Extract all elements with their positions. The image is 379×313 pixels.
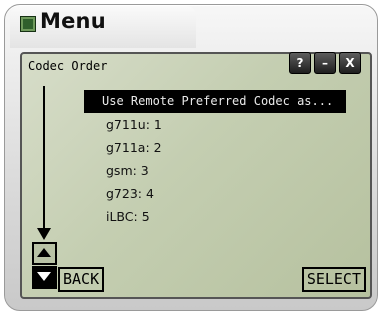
lcd-screen: Codec Order Use Remote Preferred Codec a… (20, 52, 372, 299)
down-arrow-icon (43, 86, 45, 236)
menu-item-g711u[interactable]: g711u: 1 (84, 113, 346, 136)
help-button[interactable]: ? (289, 52, 311, 74)
menu-item-g723[interactable]: g723: 4 (84, 182, 346, 205)
scroll-down-icon[interactable] (32, 266, 57, 289)
scroll-up-icon[interactable] (32, 242, 57, 265)
close-button[interactable]: X (339, 52, 361, 74)
select-button[interactable]: SELECT (301, 267, 366, 292)
menu-item-gsm[interactable]: gsm: 3 (84, 159, 346, 182)
menu-item-ilbc[interactable]: iLBC: 5 (84, 205, 346, 228)
screen-header: Codec Order (28, 59, 108, 73)
window-title: Menu (40, 9, 106, 33)
down-arrow-head-icon (37, 228, 51, 240)
app-icon (20, 16, 36, 32)
minimize-button[interactable]: – (314, 52, 336, 74)
menu-item-remote-preferred[interactable]: Use Remote Preferred Codec as... (84, 90, 346, 113)
codec-menu-list: Use Remote Preferred Codec as... g711u: … (84, 90, 346, 228)
back-button[interactable]: BACK (58, 267, 105, 292)
menu-item-g711a[interactable]: g711a: 2 (84, 136, 346, 159)
